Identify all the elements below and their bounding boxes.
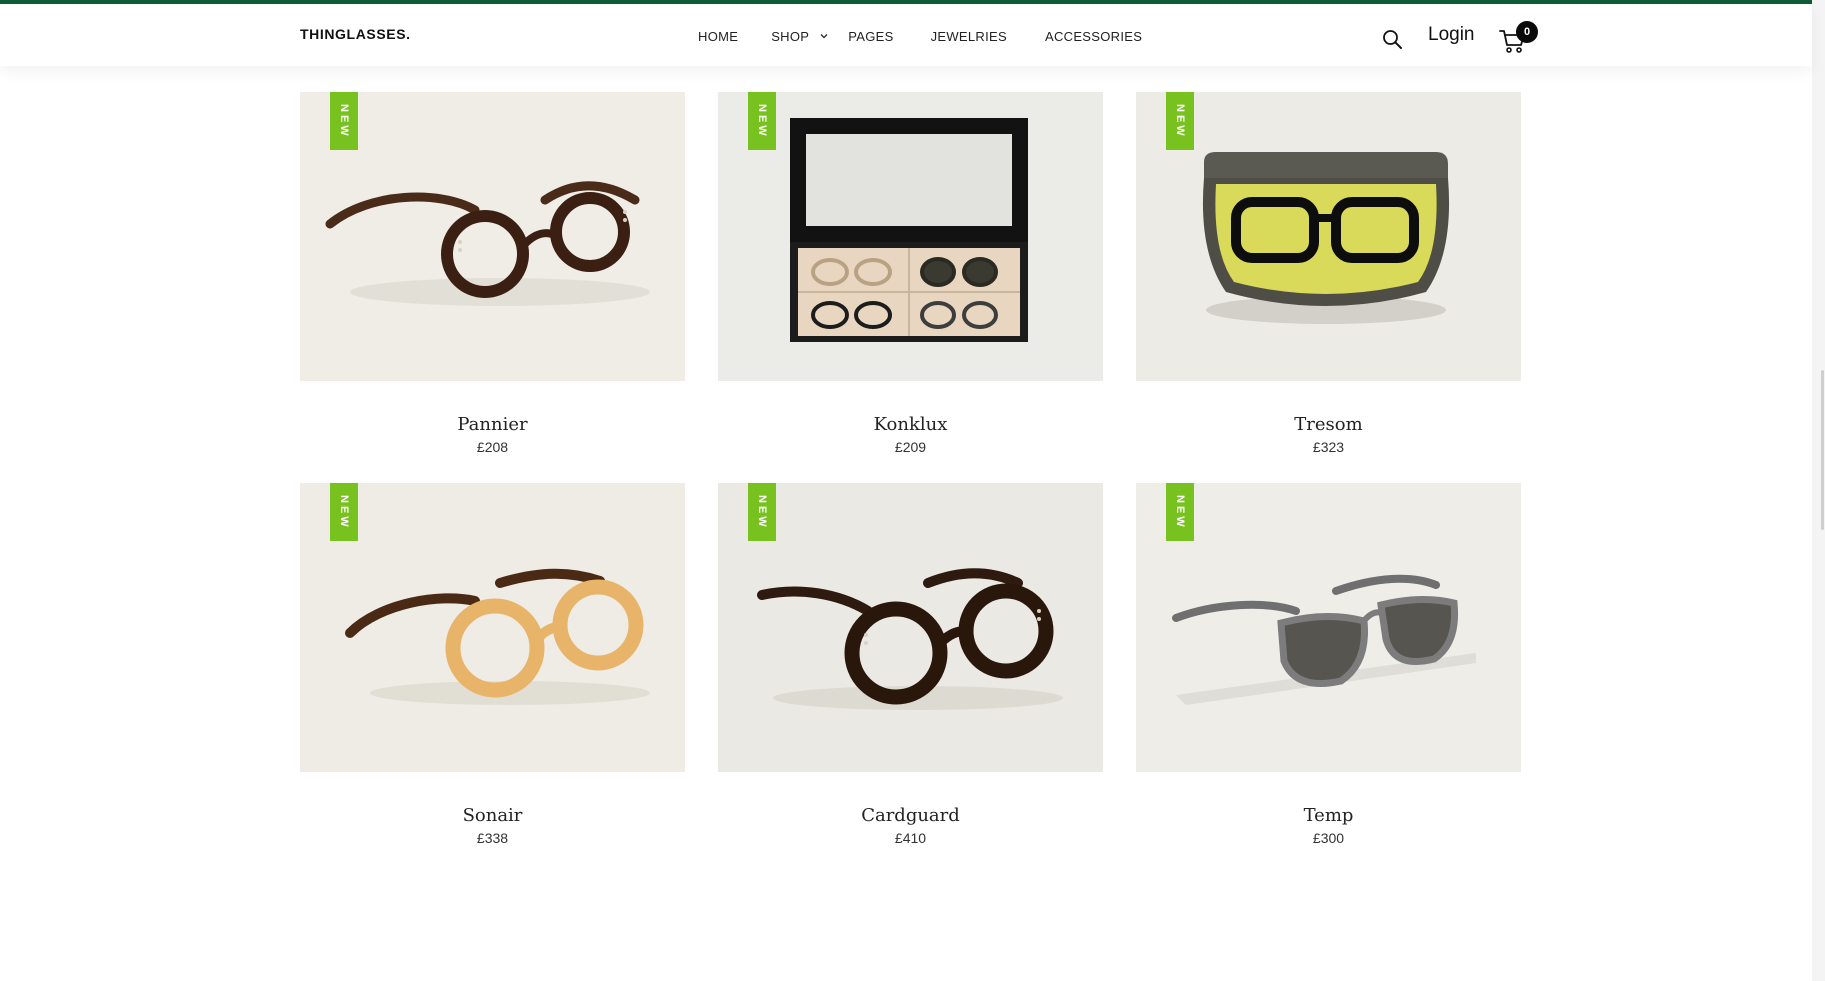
product-image[interactable]: NEW bbox=[718, 483, 1103, 772]
product-title[interactable]: Tresom bbox=[1136, 414, 1521, 435]
product-title[interactable]: Konklux bbox=[718, 414, 1103, 435]
product-grid: NEW Pannier £208 NEW Konklux £209 NEW Tr… bbox=[300, 92, 1522, 874]
new-badge-label: NEW bbox=[338, 103, 350, 139]
main-menu: HOME SHOP PAGES JEWELRIES ACCESSORIES bbox=[698, 27, 1142, 45]
product-price: £338 bbox=[476, 830, 509, 846]
new-badge: NEW bbox=[748, 92, 776, 150]
product-image[interactable]: NEW bbox=[300, 92, 685, 381]
chevron-down-icon bbox=[820, 34, 828, 39]
new-badge: NEW bbox=[1166, 483, 1194, 541]
product-card[interactable]: NEW Temp £300 bbox=[1136, 483, 1521, 874]
new-badge: NEW bbox=[330, 92, 358, 150]
menu-item-home[interactable]: HOME bbox=[698, 29, 738, 44]
product-price: £300 bbox=[1312, 830, 1345, 846]
new-badge-label: NEW bbox=[1174, 494, 1186, 530]
product-card[interactable]: NEW Pannier £208 bbox=[300, 92, 685, 483]
menu-item-accessories[interactable]: ACCESSORIES bbox=[1045, 29, 1142, 44]
product-price: £209 bbox=[894, 439, 927, 455]
cart-count-badge: 0 bbox=[1516, 21, 1538, 43]
menu-item-shop[interactable]: SHOP bbox=[771, 29, 829, 44]
menu-item-label: SHOP bbox=[771, 28, 810, 44]
product-image[interactable]: NEW bbox=[1136, 92, 1521, 381]
menu-item-label: HOME bbox=[698, 28, 739, 44]
site-logo[interactable]: THINGLASSES. bbox=[300, 26, 411, 42]
menu-item-pages[interactable]: PAGES bbox=[848, 29, 893, 44]
product-title[interactable]: Cardguard bbox=[718, 805, 1103, 826]
menu-item-label: JEWELRIES bbox=[930, 28, 1007, 44]
new-badge-label: NEW bbox=[756, 494, 768, 530]
search-button[interactable] bbox=[1382, 29, 1403, 50]
product-card[interactable]: NEW Konklux £209 bbox=[718, 92, 1103, 483]
menu-item-label: ACCESSORIES bbox=[1044, 28, 1143, 44]
product-card[interactable]: NEW Cardguard £410 bbox=[718, 483, 1103, 874]
product-title[interactable]: Pannier bbox=[300, 414, 685, 435]
product-price: £323 bbox=[1312, 439, 1345, 455]
product-image[interactable]: NEW bbox=[1136, 483, 1521, 772]
product-price: £410 bbox=[894, 830, 927, 846]
site-header: THINGLASSES. HOME SHOP PAGES JEWELRIES A… bbox=[0, 4, 1812, 66]
new-badge: NEW bbox=[330, 483, 358, 541]
product-image[interactable]: NEW bbox=[300, 483, 685, 772]
new-badge: NEW bbox=[748, 483, 776, 541]
product-image[interactable]: NEW bbox=[718, 92, 1103, 381]
search-icon bbox=[1383, 30, 1402, 49]
new-badge-label: NEW bbox=[756, 103, 768, 139]
product-title[interactable]: Temp bbox=[1136, 805, 1521, 826]
new-badge-label: NEW bbox=[1174, 103, 1186, 139]
new-badge: NEW bbox=[1166, 92, 1194, 150]
scrollbar-thumb[interactable] bbox=[1821, 370, 1824, 530]
product-card[interactable]: NEW Tresom £323 bbox=[1136, 92, 1521, 483]
new-badge-label: NEW bbox=[338, 494, 350, 530]
product-card[interactable]: NEW Sonair £338 bbox=[300, 483, 685, 874]
product-price: £208 bbox=[476, 439, 509, 455]
login-link[interactable]: Login bbox=[1428, 24, 1475, 46]
product-title[interactable]: Sonair bbox=[300, 805, 685, 826]
menu-item-label: PAGES bbox=[848, 28, 894, 44]
cart-button[interactable]: 0 bbox=[1498, 21, 1542, 53]
menu-item-jewelries[interactable]: JEWELRIES bbox=[931, 29, 1007, 44]
